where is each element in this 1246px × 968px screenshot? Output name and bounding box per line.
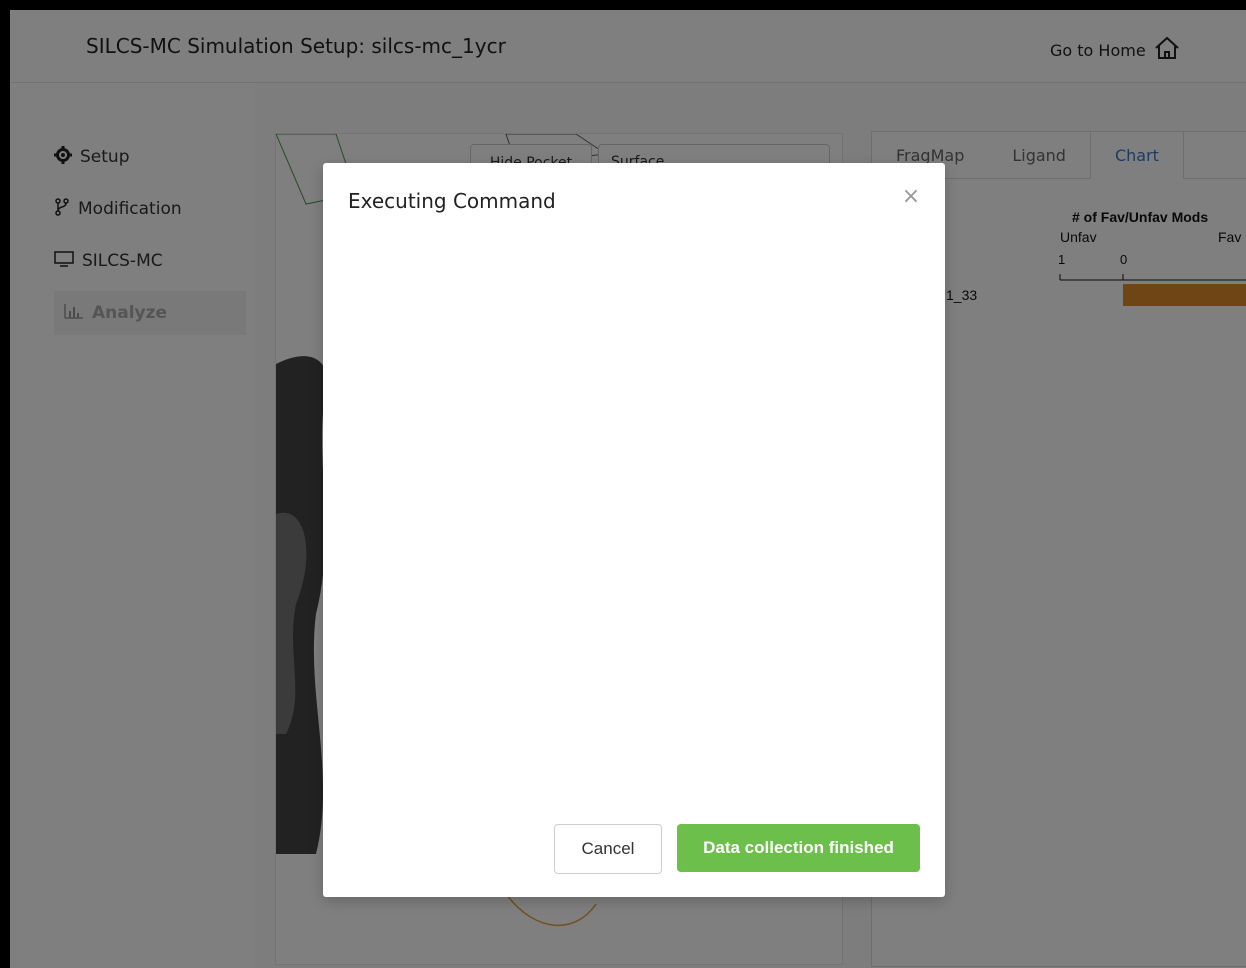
close-icon[interactable]: × — [901, 186, 921, 208]
dialog-title: Executing Command — [348, 189, 556, 213]
data-collection-finished-button[interactable]: Data collection finished — [677, 824, 920, 872]
app-window: SILCS-MC Simulation Setup: silcs-mc_1ycr… — [10, 10, 1246, 968]
cancel-button[interactable]: Cancel — [554, 824, 662, 874]
executing-command-dialog: Executing Command × Cancel Data collecti… — [323, 163, 945, 897]
